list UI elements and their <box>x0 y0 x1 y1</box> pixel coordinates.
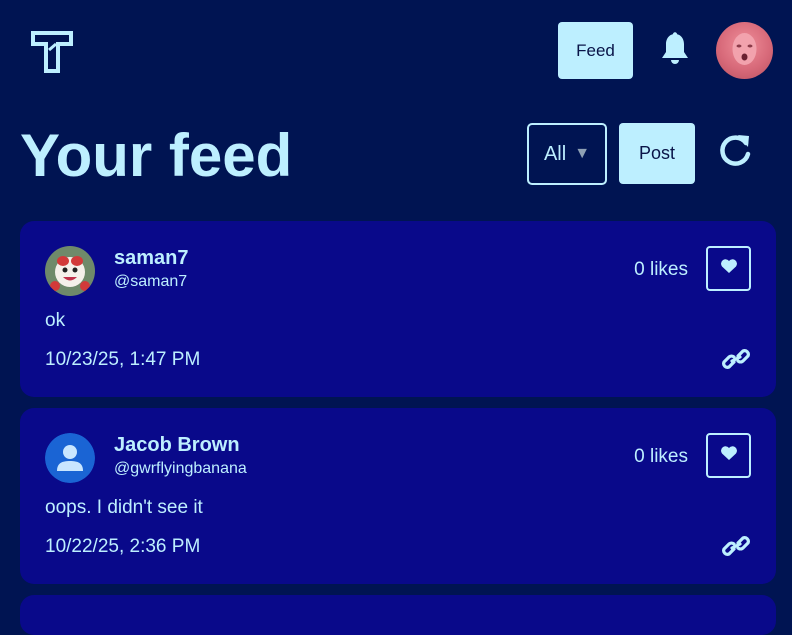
filter-select[interactable]: All ▼ <box>527 123 607 185</box>
feed-nav-button[interactable]: Feed <box>558 22 633 79</box>
filter-value: All <box>543 142 567 165</box>
refresh-icon[interactable] <box>716 132 754 170</box>
post-card: Jacob Brown @gwrflyingbanana 0 likes oop… <box>20 408 776 584</box>
like-button[interactable] <box>706 433 751 478</box>
post-card <box>20 595 776 635</box>
post-author-name[interactable]: saman7 <box>114 247 189 270</box>
bell-icon[interactable] <box>660 32 690 66</box>
likes-count: 0 likes <box>634 259 688 280</box>
post-timestamp: 10/22/25, 2:36 PM <box>45 536 201 557</box>
page-title: Your feed <box>20 122 293 189</box>
post-timestamp: 10/23/25, 1:47 PM <box>45 349 201 370</box>
heart-icon <box>720 445 738 466</box>
caret-down-icon: ▼ <box>574 145 591 162</box>
post-author-handle: @saman7 <box>114 273 188 290</box>
like-button[interactable] <box>706 246 751 291</box>
post-button[interactable]: Post <box>619 123 695 184</box>
t-logo-icon[interactable] <box>30 30 74 74</box>
post-text: ok <box>45 310 66 331</box>
post-author-handle: @gwrflyingbanana <box>114 460 247 477</box>
user-avatar[interactable] <box>716 22 773 79</box>
heart-icon <box>720 258 738 279</box>
post-avatar[interactable] <box>45 433 95 483</box>
post-avatar[interactable] <box>45 246 95 296</box>
link-icon[interactable] <box>722 347 750 371</box>
post-author-name[interactable]: Jacob Brown <box>114 434 240 457</box>
link-icon[interactable] <box>722 534 750 558</box>
post-card: saman7 @saman7 0 likes ok 10/23/25, 1:47… <box>20 221 776 397</box>
post-text: oops. I didn't see it <box>45 497 203 518</box>
likes-count: 0 likes <box>634 446 688 467</box>
